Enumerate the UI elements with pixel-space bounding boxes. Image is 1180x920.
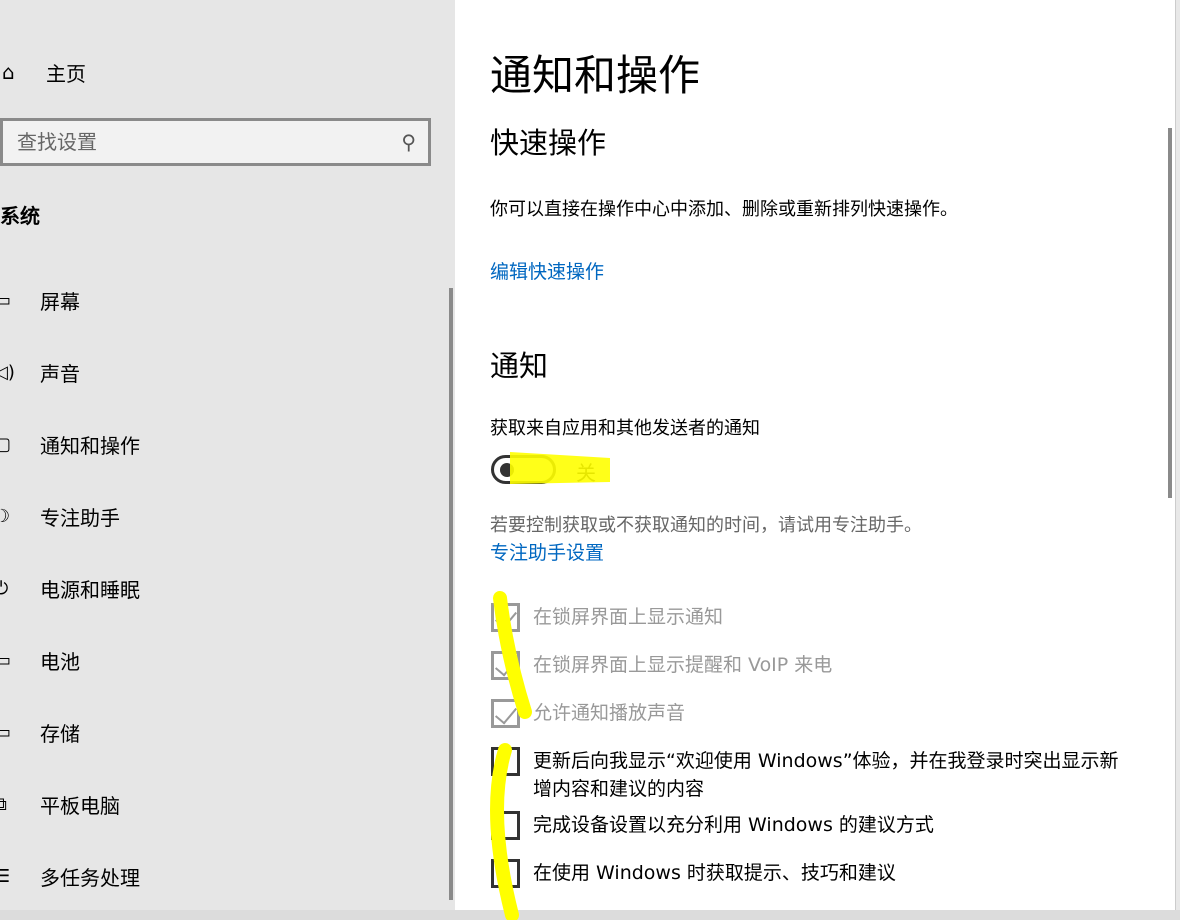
- sidebar-item-power[interactable]: ⏻ 电源和睡眠: [0, 572, 140, 604]
- speaker-icon: ◁): [0, 361, 15, 383]
- focus-assist-link[interactable]: 专注助手设置: [490, 538, 604, 565]
- power-icon: ⏻: [0, 577, 9, 599]
- toggle-knob: [500, 463, 514, 477]
- notifications-toggle[interactable]: [491, 455, 556, 484]
- search-box[interactable]: ⚲: [0, 118, 431, 166]
- checkbox-lockscreen-notifications[interactable]: [491, 603, 520, 632]
- sidebar-item-multitask[interactable]: ☰ 多任务处理: [0, 860, 140, 892]
- sidebar-scrollbar[interactable]: [449, 288, 453, 900]
- nav-label: 专注助手: [40, 505, 120, 530]
- nav-label: 平板电脑: [40, 793, 120, 818]
- sidebar-item-home[interactable]: ⌂ 主页: [0, 56, 86, 88]
- window-bottom-edge: [0, 910, 1180, 920]
- toggle-label: 获取来自应用和其他发送者的通知: [490, 418, 760, 439]
- sidebar-item-focus[interactable]: ☽ 专注助手: [0, 500, 120, 532]
- quick-actions-heading: 快速操作: [490, 126, 607, 160]
- sidebar: ⌂ 主页 ⚲ 系统 ▭ 屏幕 ◁) 声音 ▢ 通知和操作 ☽ 专注助手 ⏻ 电源和睡眠 ▭…: [0, 0, 455, 920]
- notifications-heading: 通知: [490, 349, 549, 383]
- nav-label: 多任务处理: [40, 865, 140, 890]
- main-scrollbar[interactable]: [1168, 128, 1172, 498]
- section-title: 系统: [0, 204, 40, 228]
- tablet-icon: ⧉: [0, 793, 7, 815]
- sidebar-item-battery[interactable]: ▭ 电池: [0, 644, 80, 676]
- page-title: 通知和操作: [490, 51, 701, 100]
- quick-actions-desc: 你可以直接在操作中心中添加、删除或重新排列快速操作。: [490, 199, 958, 220]
- nav-label: 电池: [40, 649, 80, 674]
- background-window-edge: [1175, 0, 1180, 920]
- checkbox-welcome-experience[interactable]: [491, 747, 520, 776]
- checkbox-device-setup[interactable]: [491, 811, 520, 840]
- sidebar-item-notifications[interactable]: ▢ 通知和操作: [0, 428, 140, 460]
- checkbox-label: 允许通知播放声音: [533, 702, 686, 724]
- multitask-icon: ☰: [0, 865, 11, 887]
- home-label: 主页: [46, 61, 86, 86]
- nav-label: 声音: [40, 361, 80, 386]
- battery-icon: ▭: [0, 649, 12, 671]
- moon-icon: ☽: [0, 505, 11, 527]
- toggle-state: 关: [576, 461, 596, 485]
- nav-label: 屏幕: [40, 289, 80, 314]
- checkbox-label: 在锁屏界面上显示提醒和 VoIP 来电: [533, 654, 833, 676]
- checkbox-label: 在使用 Windows 时获取提示、技巧和建议: [533, 862, 896, 884]
- nav-label: 通知和操作: [40, 433, 140, 458]
- sidebar-item-storage[interactable]: ▭ 存储: [0, 716, 80, 748]
- focus-help-text: 若要控制获取或不获取通知的时间，请试用专注助手。: [490, 515, 922, 536]
- monitor-icon: ▭: [0, 289, 12, 311]
- checkbox-notification-sounds[interactable]: [491, 699, 520, 728]
- checkbox-lockscreen-voip[interactable]: [491, 651, 520, 680]
- search-input[interactable]: [17, 130, 357, 154]
- message-icon: ▢: [0, 433, 12, 455]
- sidebar-item-tablet[interactable]: ⧉ 平板电脑: [0, 788, 120, 820]
- sidebar-item-display[interactable]: ▭ 屏幕: [0, 284, 80, 316]
- nav-label: 存储: [40, 721, 80, 746]
- checkbox-tips[interactable]: [491, 859, 520, 888]
- nav-label: 电源和睡眠: [40, 577, 140, 602]
- checkbox-label: 完成设备设置以充分利用 Windows 的建议方式: [533, 814, 934, 836]
- home-icon: ⌂: [2, 60, 15, 84]
- search-icon[interactable]: ⚲: [401, 130, 416, 154]
- sidebar-item-sound[interactable]: ◁) 声音: [0, 356, 80, 388]
- storage-icon: ▭: [0, 721, 12, 743]
- edit-quick-actions-link[interactable]: 编辑快速操作: [490, 257, 604, 284]
- checkbox-label: 在锁屏界面上显示通知: [533, 606, 724, 628]
- main-content: 通知和操作 快速操作 你可以直接在操作中心中添加、删除或重新排列快速操作。 编辑…: [455, 0, 1175, 920]
- checkbox-label: 更新后向我显示“欢迎使用 Windows”体验，并在我登录时突出显示新增内容和建…: [533, 750, 1119, 800]
